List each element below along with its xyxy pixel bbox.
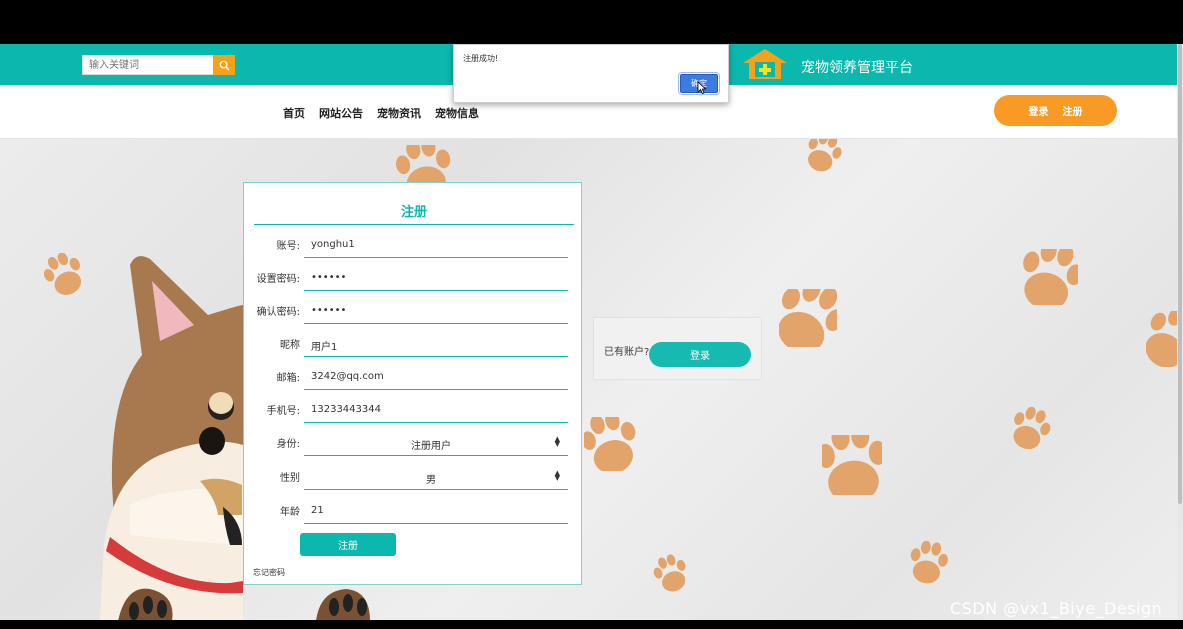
email-label: 邮箱: [276,373,300,384]
account-value: yonghu1 [311,239,355,250]
paw-print-icon [1008,407,1052,451]
login-link[interactable]: 登录 [1029,103,1049,118]
paw-print-icon [42,253,86,297]
password-input[interactable]: •••••• [304,266,568,291]
watermark: CSDN @vx1_Biye_Design [950,599,1163,618]
nickname-row: 昵称 用户1 [244,332,583,360]
gender-value: 男 [426,475,436,486]
search-bar [82,55,235,75]
go-login-button[interactable]: 登录 [649,342,751,367]
confirm-password-input[interactable]: •••••• [304,299,568,324]
password-label: 设置密码: [256,274,300,285]
phone-label: 手机号: [266,406,300,417]
confirm-password-row: 确认密码: •••••• [244,299,583,327]
account-label: 账号: [276,241,300,252]
register-form: 注册 账号: yonghu1 设置密码: •••••• 确认密码: ••••••… [243,182,582,585]
register-submit-button[interactable]: 注册 [300,533,396,556]
email-row: 邮箱: 3242@qq.com [244,365,583,393]
nav-item-pet-info[interactable]: 宠物信息 [435,105,479,121]
password-value: •••••• [311,272,347,283]
nav-item-pet-news[interactable]: 宠物资讯 [377,105,421,121]
account-input[interactable]: yonghu1 [304,233,568,258]
paw-print-icon [1022,249,1078,305]
select-arrows-icon: ▲ ▼ [554,469,560,482]
search-icon [219,60,230,71]
account-row: 账号: yonghu1 [244,233,583,261]
paw-print-icon [651,553,691,595]
paw-print-icon [906,541,950,585]
nav-item-announcements[interactable]: 网站公告 [319,105,363,121]
login-card: 已有账户? 登录 [594,318,761,379]
nav-item-home[interactable]: 首页 [283,105,305,121]
have-account-text: 已有账户? [604,347,650,358]
forgot-password-link[interactable]: 忘记密码 [253,567,285,578]
confirm-password-value: •••••• [311,305,347,316]
confirm-password-label: 确认密码: [256,307,300,318]
select-arrows-icon: ▲ ▼ [554,435,560,448]
role-row: 身份: 注册用户 ▲ ▼ [244,431,583,459]
search-input[interactable] [82,55,213,75]
form-title: 注册 [400,205,427,220]
age-row: 年龄 21 [244,499,583,527]
paw-print-icon [822,435,882,495]
paw-print-icon [801,139,845,173]
phone-row: 手机号: 13233443344 [244,398,583,426]
phone-value: 13233443344 [311,404,381,415]
mouse-cursor-icon [697,81,707,95]
gender-row: 性别 男 ▲ ▼ [244,465,583,493]
title-divider [254,224,574,225]
password-row: 设置密码: •••••• [244,266,583,294]
age-value: 21 [311,505,324,516]
role-select[interactable]: 注册用户 ▲ ▼ [304,431,568,456]
house-logo-icon [743,49,787,79]
login-register-button[interactable]: 登录 注册 [994,95,1117,126]
paw-print-icon [779,289,837,347]
site-title: 宠物领养管理平台 [801,60,913,76]
bottom-black-bar [0,620,1183,629]
age-label: 年龄 [280,507,300,518]
scrollbar-thumb[interactable] [1178,44,1182,504]
role-value: 注册用户 [411,441,451,452]
email-value: 3242@qq.com [311,371,384,382]
search-button[interactable] [213,55,235,75]
main-nav: 首页 网站公告 宠物资讯 宠物信息 [283,105,479,121]
gender-select[interactable]: 男 ▲ ▼ [304,465,568,490]
page-scrollbar[interactable] [1177,44,1183,620]
age-input[interactable]: 21 [304,499,568,524]
register-link[interactable]: 注册 [1063,103,1083,118]
alert-dialog: 注册成功! 确定 [453,44,729,103]
top-black-bar [0,0,1183,44]
phone-input[interactable]: 13233443344 [304,398,568,423]
paw-print-icon [1146,311,1177,367]
role-label: 身份: [276,439,300,450]
email-input[interactable]: 3242@qq.com [304,365,568,390]
paw-print-icon [584,417,636,471]
nickname-input[interactable]: 用户1 [304,332,568,357]
alert-message: 注册成功! [463,54,499,63]
gender-label: 性别 [280,473,300,484]
nickname-value: 用户1 [311,342,338,353]
nickname-label: 昵称 [280,340,300,351]
